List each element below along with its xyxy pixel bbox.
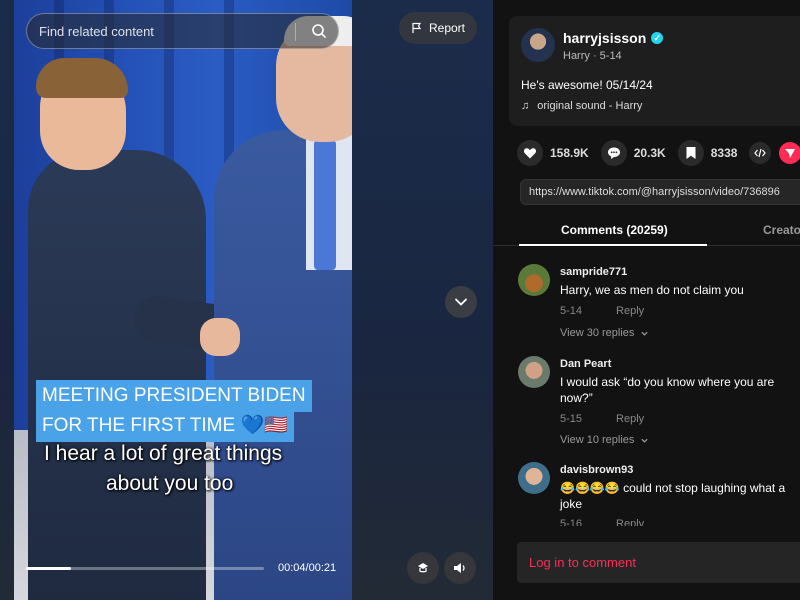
bookmark-icon — [686, 147, 696, 159]
active-tab-indicator — [519, 244, 707, 246]
share-action[interactable] — [779, 142, 800, 164]
flag-icon — [412, 22, 422, 33]
search-input[interactable] — [39, 23, 289, 39]
sound-label[interactable]: original sound - Harry — [537, 100, 642, 112]
commenter-avatar[interactable] — [518, 356, 550, 388]
commenter-avatar[interactable] — [518, 462, 550, 494]
video-player[interactable] — [14, 0, 352, 600]
send-icon — [785, 149, 796, 158]
comment-text: 😂😂😂😂 could not stop laughing what a joke — [560, 481, 786, 511]
save-action[interactable]: 8338 — [677, 140, 738, 166]
author-subinfo: Harry · 5-14 — [563, 50, 622, 62]
search-bar[interactable] — [26, 13, 339, 49]
comment-list: sampride771 Harry, we as men do not clai… — [493, 256, 800, 526]
view-replies-label: View 30 replies — [560, 327, 635, 339]
search-icon — [312, 24, 326, 38]
tab-comments[interactable]: Comments (20259) — [561, 223, 668, 237]
comment-item: sampride771 Harry, we as men do not clai… — [518, 256, 800, 351]
caption-line-1: MEETING PRESIDENT BIDEN — [36, 380, 312, 412]
music-note-icon: ♫ — [521, 100, 530, 112]
comment-action[interactable]: 20.3K — [600, 140, 666, 166]
embed-button[interactable] — [749, 142, 772, 164]
code-icon — [754, 148, 767, 158]
speaker-icon — [454, 563, 465, 573]
reply-button[interactable]: Reply — [616, 518, 644, 526]
comment-text: Harry, we as men do not claim you — [560, 283, 744, 297]
progress-fill — [26, 567, 72, 570]
video-url-field[interactable]: https://www.tiktok.com/@harryjsisson/vid… — [520, 179, 800, 205]
report-label: Report — [428, 21, 466, 35]
comment-count: 20.3K — [633, 146, 666, 160]
heart-icon — [523, 148, 537, 159]
view-replies-label: View 10 replies — [560, 434, 635, 446]
like-count: 158.9K — [550, 146, 589, 160]
view-replies-button[interactable]: View 30 replies — [560, 327, 649, 339]
comment-date: 5-16 — [560, 518, 583, 526]
view-replies-button[interactable]: View 10 replies — [560, 434, 649, 446]
chevron-down-icon — [641, 438, 649, 443]
volume-button[interactable] — [444, 552, 476, 584]
time-label: 00:04/00:21 — [278, 562, 337, 574]
comment-meta: 5-15 Reply — [560, 413, 644, 425]
comment-date: 5-15 — [560, 413, 583, 425]
next-video-button[interactable] — [445, 286, 477, 318]
reply-button[interactable]: Reply — [616, 413, 644, 425]
username[interactable]: harryjsisson — [563, 30, 646, 46]
avatar[interactable] — [521, 28, 555, 62]
commenter-name[interactable]: sampride771 — [560, 266, 627, 278]
post-info-card: harryjsisson ✓ Harry · 5-14 He's awesome… — [509, 16, 800, 126]
tab-creator-videos[interactable]: Creator — [763, 223, 800, 237]
search-divider — [295, 23, 296, 41]
report-button[interactable]: Report — [399, 12, 477, 44]
person-right-tie — [314, 140, 336, 270]
handshake — [200, 318, 240, 356]
reply-button[interactable]: Reply — [616, 305, 644, 317]
like-button[interactable] — [517, 140, 543, 166]
sound-link[interactable]: ♫ original sound - Harry — [521, 100, 642, 112]
embed-action[interactable] — [749, 142, 772, 164]
comment-button[interactable] — [600, 140, 627, 166]
comment-meta: 5-14 Reply — [560, 305, 644, 317]
comment-date: 5-14 — [560, 305, 583, 317]
tab-bar: Comments (20259) Creator — [493, 218, 800, 246]
comment-text: I would ask “do you know where you are n… — [560, 375, 775, 405]
commenter-name[interactable]: davisbrown93 — [560, 464, 633, 476]
like-action[interactable]: 158.9K — [517, 140, 589, 166]
comment-icon — [607, 147, 620, 159]
person-left — [28, 150, 206, 600]
comment-item: davisbrown93 😂😂😂😂 could not stop laughin… — [518, 454, 800, 526]
save-count: 8338 — [710, 146, 738, 160]
share-button[interactable] — [779, 142, 800, 164]
post-description: He's awesome! 05/14/24 — [521, 78, 653, 92]
video-area: Report MEETING PRESIDENT BIDEN FOR THE F… — [0, 0, 493, 600]
action-bar: 158.9K 20.3K 8338 — [517, 140, 800, 166]
person-left-hair — [36, 58, 128, 98]
floating-player-button[interactable] — [407, 552, 439, 584]
username-row[interactable]: harryjsisson ✓ — [563, 30, 664, 46]
subtitle-line-1: I hear a lot of great things — [44, 442, 283, 465]
search-button[interactable] — [306, 18, 332, 44]
details-panel: harryjsisson ✓ Harry · 5-14 He's awesome… — [493, 0, 800, 600]
caption-line-2: FOR THE FIRST TIME 💙🇺🇸 — [36, 410, 294, 442]
pip-icon — [418, 563, 428, 573]
app-root: Report MEETING PRESIDENT BIDEN FOR THE F… — [0, 0, 800, 600]
commenter-avatar[interactable] — [518, 264, 550, 296]
progress-bar[interactable] — [26, 567, 264, 570]
comment-meta: 5-16 Reply — [560, 518, 644, 526]
verified-icon: ✓ — [651, 32, 664, 44]
commenter-name[interactable]: Dan Peart — [560, 358, 611, 370]
chevron-down-icon — [455, 298, 467, 306]
subtitle-line-2: about you too — [106, 472, 234, 495]
comment-item: Dan Peart I would ask “do you know where… — [518, 348, 800, 456]
chevron-down-icon — [641, 331, 649, 336]
login-to-comment-button[interactable]: Log in to comment — [517, 542, 800, 583]
save-button[interactable] — [677, 140, 704, 166]
